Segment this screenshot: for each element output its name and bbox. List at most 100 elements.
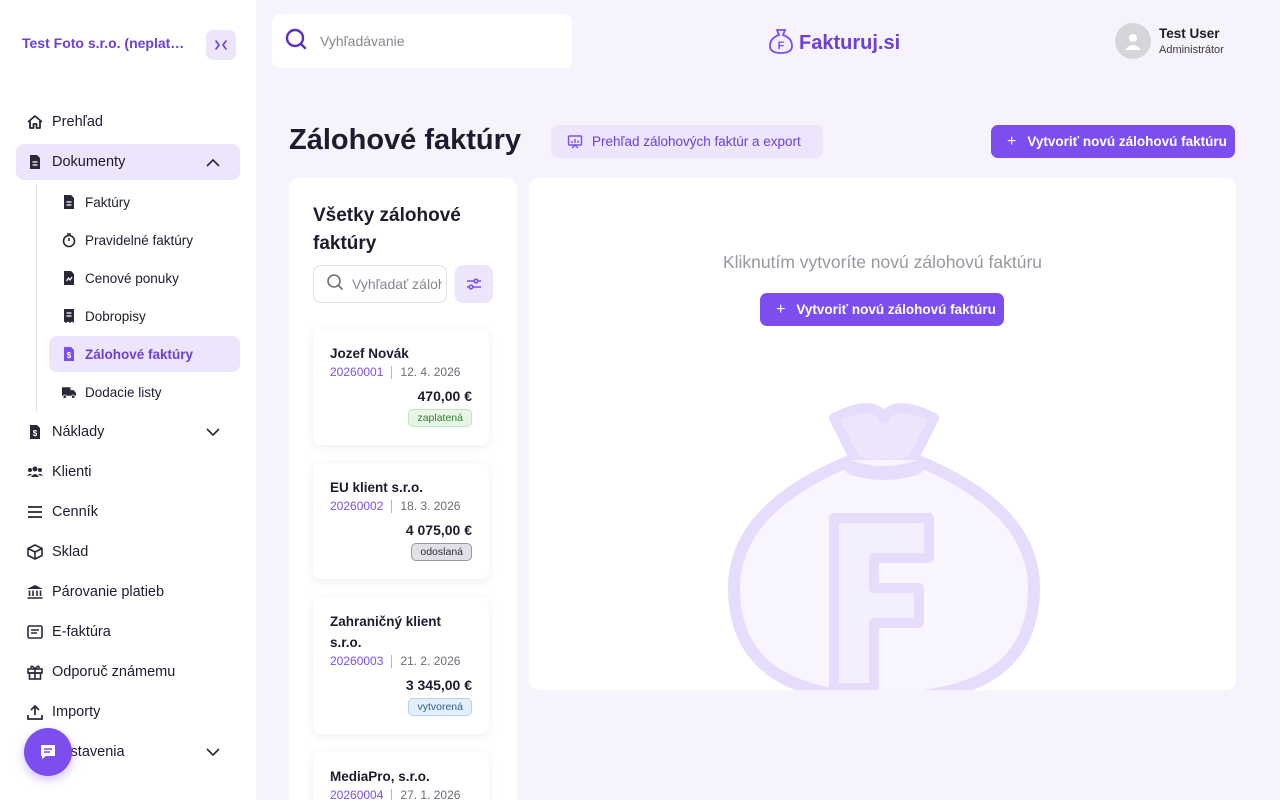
- sidebar-subitem-faktury[interactable]: Faktúry: [49, 184, 240, 220]
- sidebar-subitem-dodacie-listy[interactable]: Dodacie listy: [49, 374, 240, 410]
- empty-state-text: Kliknutím vytvoríte novú zálohovú faktúr…: [722, 252, 1043, 272]
- chevron-down-icon: [206, 745, 220, 761]
- company-name[interactable]: Test Foto s.r.o. (neplat…: [22, 35, 192, 51]
- sidebar-item-label: Párovanie platieb: [52, 584, 165, 600]
- divider: [391, 365, 393, 379]
- status-badge: vytvorená: [408, 698, 472, 716]
- sliders-icon: [467, 278, 481, 290]
- card-client-name: EU klient s.r.o.: [330, 480, 424, 495]
- sidebar-subitem-dobropisy[interactable]: Dobropisy: [49, 298, 240, 334]
- sidebar: Test Foto s.r.o. (neplat… Prehľad Dokume…: [0, 0, 256, 800]
- money-bag-illustration: [724, 398, 1044, 690]
- sidebar-item-prehlad[interactable]: Prehľad: [16, 104, 240, 140]
- money-bag-icon: [727, 403, 1041, 690]
- sidebar-item-sklad[interactable]: Sklad: [16, 534, 240, 570]
- svg-text:$: $: [33, 429, 38, 438]
- advance-invoice-icon: $: [61, 346, 77, 362]
- user-role: Administrátor: [1159, 44, 1224, 56]
- filter-button[interactable]: [455, 265, 493, 303]
- invoice-card[interactable]: EU klient s.r.o. 20260002 18. 3. 2026 4 …: [313, 463, 489, 579]
- e-invoice-icon: [26, 623, 44, 641]
- sidebar-item-label: E-faktúra: [52, 624, 111, 640]
- list-icon: [26, 503, 44, 521]
- empty-button-label: Vytvoriť novú zálohovú faktúru: [796, 302, 996, 317]
- user-icon: [1125, 34, 1141, 50]
- card-number: 20260001: [330, 365, 384, 379]
- document-icon: [26, 153, 44, 171]
- presentation-icon: [567, 134, 583, 150]
- search-input[interactable]: [320, 33, 560, 49]
- plus-icon: +: [776, 300, 786, 318]
- invoice-card[interactable]: Zahraničný klient s.r.o. 20260003 21. 2.…: [313, 597, 489, 734]
- sidebar-item-naklady[interactable]: $ Náklady: [16, 414, 240, 450]
- home-icon: [26, 113, 44, 131]
- detail-panel: Kliknutím vytvoríte novú zálohovú faktúr…: [529, 178, 1236, 690]
- chevron-up-icon: [206, 155, 220, 171]
- bank-icon: [26, 583, 44, 601]
- sidebar-subitem-pravidelne[interactable]: Pravidelné faktúry: [49, 222, 240, 258]
- sidebar-subitem-label: Cenové ponuky: [85, 270, 179, 286]
- card-amount: 3 345,00 €: [405, 677, 472, 693]
- sidebar-subitem-label: Pravidelné faktúry: [85, 232, 194, 248]
- sidebar-item-label: Importy: [52, 704, 101, 720]
- collapse-sidebar-button[interactable]: [206, 30, 236, 60]
- sidebar-item-klienti[interactable]: Klienti: [16, 454, 240, 490]
- sidebar-item-label: Prehľad: [52, 114, 103, 130]
- sidebar-item-label: Náklady: [52, 424, 105, 440]
- card-number: 20260004: [330, 788, 384, 800]
- sidebar-item-dokumenty[interactable]: Dokumenty: [16, 144, 240, 180]
- sidebar-item-cennik[interactable]: Cenník: [16, 494, 240, 530]
- quote-icon: [61, 270, 77, 286]
- sidebar-subitem-zalohove-faktury[interactable]: $ Zálohové faktúry: [49, 336, 240, 372]
- card-client-name: Zahraničný klient s.r.o.: [330, 614, 442, 650]
- empty-create-button[interactable]: + Vytvoriť novú zálohovú faktúru: [760, 293, 1004, 326]
- invoice-card[interactable]: Jozef Novák 20260001 12. 4. 2026 470,00 …: [313, 329, 489, 445]
- sidebar-item-label: Cenník: [52, 504, 98, 520]
- divider: [391, 788, 393, 800]
- list-search[interactable]: [313, 265, 447, 303]
- status-badge: zaplatená: [408, 409, 472, 427]
- search-icon: [284, 27, 308, 56]
- logo-text: Fakturuj.si: [799, 32, 901, 54]
- global-search[interactable]: [272, 14, 572, 68]
- sidebar-subitem-label: Dodacie listy: [85, 384, 162, 400]
- create-advance-invoice-button[interactable]: + Vytvoriť novú zálohovú faktúru: [991, 125, 1235, 158]
- card-date: 12. 4. 2026: [400, 365, 461, 379]
- sidebar-item-label: Sklad: [52, 544, 89, 560]
- card-date: 27. 1. 2026: [400, 788, 461, 800]
- chat-button[interactable]: [24, 728, 72, 776]
- chevron-down-icon: [206, 425, 220, 441]
- user-menu[interactable]: Test User Administrátor: [1115, 23, 1224, 59]
- card-client-name: MediaPro, s.r.o.: [330, 769, 430, 784]
- svg-text:$: $: [67, 351, 72, 360]
- timer-icon: [61, 232, 77, 248]
- sidebar-item-label: Odporuč známemu: [52, 664, 176, 680]
- sidebar-item-efaktura[interactable]: E-faktúra: [16, 614, 240, 650]
- page-title: Zálohové faktúry: [289, 124, 522, 156]
- sidebar-item-odporuc[interactable]: Odporuč známemu: [16, 654, 240, 690]
- sidebar-item-importy[interactable]: Importy: [16, 694, 240, 730]
- search-icon: [326, 273, 344, 296]
- list-search-input[interactable]: [352, 276, 442, 292]
- submenu-line: [36, 184, 37, 412]
- sidebar-item-label: Dokumenty: [52, 154, 126, 170]
- users-icon: [26, 463, 44, 481]
- svg-text:F: F: [778, 40, 785, 52]
- export-overview-button[interactable]: Prehľad zálohových faktúr a export: [551, 125, 823, 158]
- export-button-label: Prehľad zálohových faktúr a export: [592, 134, 801, 149]
- avatar: [1115, 23, 1151, 59]
- divider: [391, 499, 393, 513]
- upload-icon: [26, 703, 44, 721]
- invoice-card[interactable]: MediaPro, s.r.o. 20260004 27. 1. 2026: [313, 752, 489, 800]
- box-icon: [26, 543, 44, 561]
- user-name: Test User: [1159, 26, 1220, 41]
- chat-icon: [41, 745, 55, 759]
- sidebar-item-parovanie[interactable]: Párovanie platieb: [16, 574, 240, 610]
- card-date: 21. 2. 2026: [400, 654, 461, 668]
- invoice-list-panel: Všetky zálohové faktúry Jozef Novák 2026…: [289, 178, 517, 800]
- card-client-name: Jozef Novák: [330, 346, 409, 361]
- sidebar-subitem-cenove-ponuky[interactable]: Cenové ponuky: [49, 260, 240, 296]
- status-badge: odoslaná: [411, 543, 472, 561]
- collapse-icon: [215, 40, 227, 50]
- logo[interactable]: F Fakturuj.si: [767, 27, 900, 60]
